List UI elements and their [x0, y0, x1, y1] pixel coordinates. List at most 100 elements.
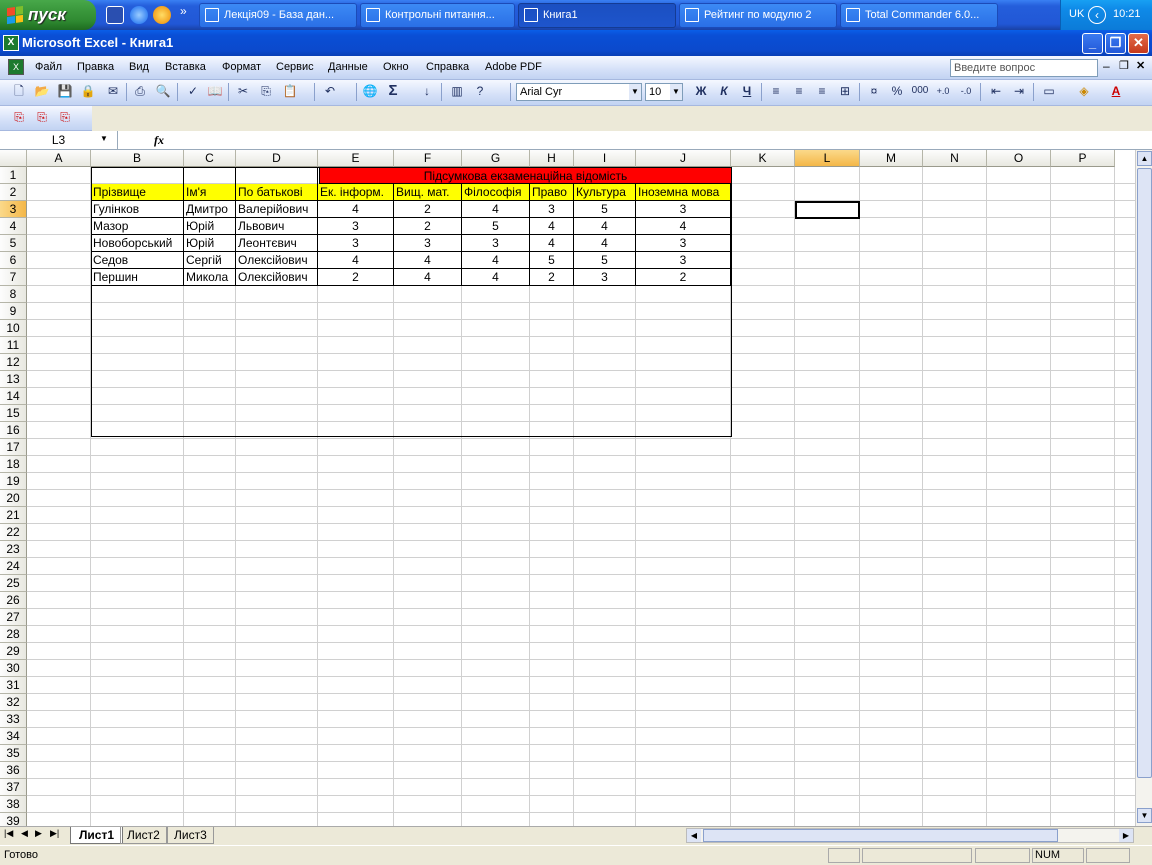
quicklaunch-overflow[interactable]: » — [180, 4, 187, 18]
sheet-tab-3[interactable]: Лист3 — [167, 827, 214, 844]
data-cell-B6[interactable]: Седов — [91, 252, 184, 269]
row-header-14[interactable]: 14 — [0, 388, 27, 405]
scroll-left-icon[interactable]: ◀ — [687, 829, 701, 842]
sheet-tab-1[interactable]: Лист1 — [70, 827, 124, 844]
new-icon[interactable]: 🗋 — [9, 81, 29, 101]
last-sheet-icon[interactable]: ▶| — [50, 828, 59, 839]
align-left-icon[interactable]: ≡ — [766, 81, 786, 101]
data-cell-F6[interactable]: 4 — [394, 252, 462, 269]
column-header-P[interactable]: P — [1051, 150, 1115, 167]
close-button[interactable]: ✕ — [1128, 33, 1149, 54]
fill-color-icon[interactable]: ◈ — [1074, 81, 1094, 101]
column-header-H[interactable]: H — [530, 150, 574, 167]
increase-decimal-icon[interactable]: +.0 — [933, 81, 953, 101]
data-cell-H7[interactable]: 2 — [530, 269, 574, 286]
row-header-10[interactable]: 10 — [0, 320, 27, 337]
row-header-4[interactable]: 4 — [0, 218, 27, 235]
autosum-icon[interactable]: Σ — [383, 81, 403, 101]
worksheet-grid[interactable]: ABCDEFGHIJKLMNOP 1 2 3 4 5 6 7 8 9 10 11 12 13 14 15 16… — [0, 150, 1135, 826]
data-cell-F5[interactable]: 3 — [394, 235, 462, 252]
header-cell-H[interactable]: Право — [530, 184, 574, 201]
undo-icon[interactable]: ↶ — [320, 81, 340, 101]
task-total-commander[interactable]: Total Commander 6.0... — [840, 3, 998, 28]
merge-center-icon[interactable]: ⊞ — [835, 81, 855, 101]
data-cell-J3[interactable]: 3 — [636, 201, 731, 218]
research-icon[interactable]: 📖 — [205, 81, 225, 101]
menu-file[interactable]: Файл — [30, 56, 67, 78]
thousands-button[interactable]: 000 — [910, 81, 930, 101]
row-header-30[interactable]: 30 — [0, 660, 27, 677]
header-cell-B[interactable]: Прізвище — [91, 184, 184, 201]
task-rating-module2[interactable]: Рейтинг по модулю 2 — [679, 3, 837, 28]
align-center-icon[interactable]: ≡ — [789, 81, 809, 101]
row-header-24[interactable]: 24 — [0, 558, 27, 575]
data-cell-D5[interactable]: Леонтєвич — [236, 235, 318, 252]
prev-sheet-icon[interactable]: ◀ — [21, 828, 28, 839]
data-cell-H4[interactable]: 4 — [530, 218, 574, 235]
header-cell-I[interactable]: Культура — [574, 184, 636, 201]
chevron-down-icon[interactable]: ▼ — [670, 84, 682, 100]
column-header-E[interactable]: E — [318, 150, 394, 167]
row-header-32[interactable]: 32 — [0, 694, 27, 711]
data-cell-I4[interactable]: 4 — [574, 218, 636, 235]
open-icon[interactable]: 📂 — [32, 81, 52, 101]
menu-edit[interactable]: Правка — [72, 56, 119, 78]
row-header-11[interactable]: 11 — [0, 337, 27, 354]
first-sheet-icon[interactable]: |◀ — [4, 828, 13, 839]
data-cell-C7[interactable]: Микола — [184, 269, 236, 286]
sheet-tab-2[interactable]: Лист2 — [120, 827, 167, 844]
next-sheet-icon[interactable]: ▶ — [35, 828, 42, 839]
menu-format[interactable]: Формат — [217, 56, 266, 78]
data-cell-J7[interactable]: 2 — [636, 269, 731, 286]
show-desktop-icon[interactable] — [106, 6, 124, 24]
doc-close-icon[interactable]: ✕ — [1136, 59, 1145, 72]
row-header-28[interactable]: 28 — [0, 626, 27, 643]
horizontal-scroll-thumb[interactable] — [703, 829, 1058, 842]
row-header-19[interactable]: 19 — [0, 473, 27, 490]
row-header-23[interactable]: 23 — [0, 541, 27, 558]
pdf-review-icon[interactable]: ⎘ — [55, 107, 75, 127]
function-icon[interactable]: fx — [154, 133, 164, 148]
permission-icon[interactable]: 🔒 — [78, 81, 98, 101]
title-cell[interactable]: Підсумкова екзаменаційна відомість — [319, 167, 732, 184]
copy-icon[interactable]: ⎘ — [256, 81, 276, 101]
data-cell-J5[interactable]: 3 — [636, 235, 731, 252]
data-cell-E6[interactable]: 4 — [318, 252, 394, 269]
row-header-18[interactable]: 18 — [0, 456, 27, 473]
increase-indent-icon[interactable]: ⇥ — [1009, 81, 1029, 101]
data-cell-D3[interactable]: Валерійович — [236, 201, 318, 218]
workbook-icon[interactable]: X — [8, 59, 24, 75]
row-header-13[interactable]: 13 — [0, 371, 27, 388]
row-header-27[interactable]: 27 — [0, 609, 27, 626]
task-control-questions[interactable]: Контрольні питання... — [360, 3, 515, 28]
column-header-B[interactable]: B — [91, 150, 184, 167]
data-cell-D4[interactable]: Львович — [236, 218, 318, 235]
menu-adobe-pdf[interactable]: Adobe PDF — [480, 56, 547, 78]
task-book1[interactable]: Книга1 — [518, 3, 676, 28]
save-icon[interactable]: 💾 — [55, 81, 75, 101]
print-icon[interactable]: ⎙ — [130, 81, 150, 101]
column-header-K[interactable]: K — [731, 150, 795, 167]
column-header-D[interactable]: D — [236, 150, 318, 167]
data-cell-B3[interactable]: Гулінков — [91, 201, 184, 218]
font-color-icon[interactable]: A — [1106, 81, 1126, 101]
menu-tools[interactable]: Сервис — [271, 56, 319, 78]
header-cell-F[interactable]: Вищ. мат. — [394, 184, 462, 201]
row-header-5[interactable]: 5 — [0, 235, 27, 252]
row-header-38[interactable]: 38 — [0, 796, 27, 813]
chevron-down-icon[interactable]: ▼ — [629, 84, 641, 100]
active-cell-L3[interactable] — [795, 201, 860, 219]
language-indicator[interactable]: UK — [1069, 8, 1084, 20]
scroll-right-icon[interactable]: ▶ — [1119, 829, 1133, 842]
header-cell-G[interactable]: Філософія — [462, 184, 530, 201]
decrease-indent-icon[interactable]: ⇤ — [986, 81, 1006, 101]
internet-explorer-icon[interactable] — [130, 6, 148, 24]
help-icon[interactable]: ? — [470, 81, 490, 101]
row-header-26[interactable]: 26 — [0, 592, 27, 609]
data-cell-B5[interactable]: Новоборський — [91, 235, 184, 252]
data-cell-I6[interactable]: 5 — [574, 252, 636, 269]
doc-restore-icon[interactable]: ❐ — [1119, 59, 1129, 72]
column-header-O[interactable]: O — [987, 150, 1051, 167]
data-cell-C4[interactable]: Юрій — [184, 218, 236, 235]
data-cell-C6[interactable]: Сергій — [184, 252, 236, 269]
